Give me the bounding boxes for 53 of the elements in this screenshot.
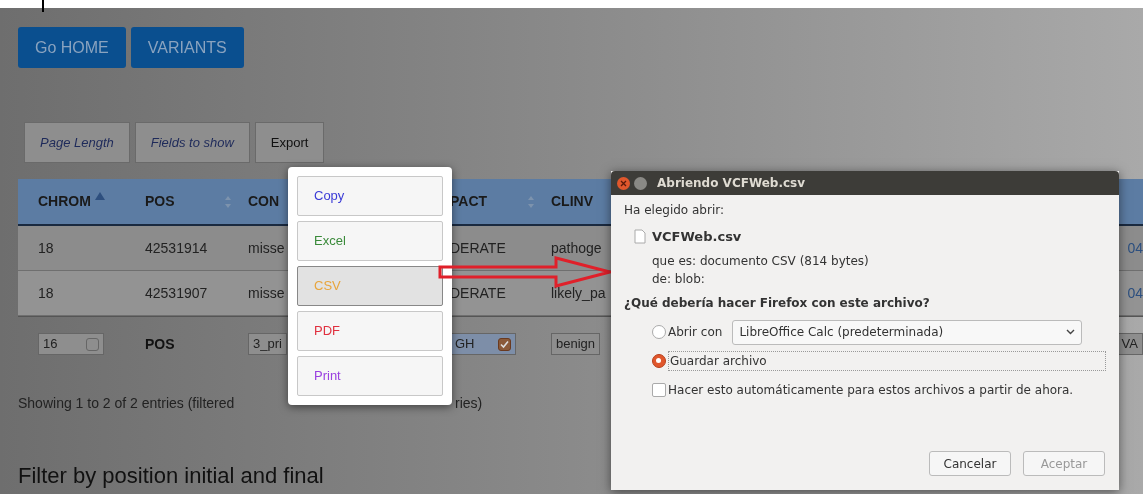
table-cell: misse	[248, 284, 285, 301]
menu-item[interactable]: Print	[297, 356, 443, 396]
minimize-button[interactable]	[634, 176, 647, 190]
dropdown-button[interactable]: Fields to show	[134, 122, 250, 163]
file-type: que es: documento CSV (814 bytes)	[652, 252, 870, 270]
option-label[interactable]: Guardar archivo	[667, 350, 1106, 371]
menu-item[interactable]: Excel	[297, 221, 443, 261]
checkbox[interactable]	[498, 337, 511, 351]
dialog-question: ¿Qué debería hacer Firefox con este archivo?	[624, 294, 931, 312]
checkbox[interactable]	[652, 382, 666, 397]
nav-button[interactable]: Go HOME	[18, 27, 126, 68]
file-name: VCFWeb.csv	[652, 228, 742, 246]
app-select[interactable]: LibreOffice Calc (predeterminada)	[732, 319, 1083, 345]
table-cell: 42531907	[145, 284, 208, 301]
filter-field[interactable]: benign	[551, 333, 601, 355]
column-header[interactable]: CLINV	[551, 191, 593, 212]
filter-field[interactable]: 3_pri	[248, 333, 287, 355]
table-cell-text: 04	[1127, 283, 1143, 303]
column-header[interactable]: CON	[248, 191, 280, 212]
table-cell: likely_pa	[551, 284, 606, 301]
export-button[interactable]: Export	[254, 122, 325, 163]
column-header[interactable]: CHROM	[38, 191, 91, 212]
window-title: Abriendo VCFWeb.csv	[657, 175, 806, 192]
table-cell-text: 04	[1127, 238, 1143, 258]
menu-item[interactable]: PDF	[297, 311, 443, 351]
entries-info: ries)	[455, 394, 483, 413]
table-cell: 18	[38, 239, 54, 256]
radio-button[interactable]	[652, 325, 666, 339]
column-header[interactable]: POS	[145, 191, 175, 212]
dialog-text: Ha elegido abrir:	[624, 202, 726, 219]
menu-item[interactable]: Copy	[297, 176, 443, 216]
filter-field[interactable]: GH	[450, 333, 516, 355]
nav-button[interactable]: VARIANTS	[130, 27, 244, 68]
filter-label: POS	[145, 335, 175, 352]
chevron-down-icon	[1066, 329, 1076, 335]
close-button[interactable]	[617, 176, 630, 190]
option-label[interactable]: Hacer esto automáticamente para estos archivos a partir de ahora.	[668, 380, 1074, 399]
option-label[interactable]: Abrir con	[668, 323, 723, 341]
entries-info: Showing 1 to 2 of 2 entries (filtered	[18, 395, 235, 411]
check-icon	[500, 339, 509, 349]
file-icon	[634, 229, 646, 245]
radio-button[interactable]	[652, 353, 666, 368]
table-cell: 42531914	[145, 239, 208, 256]
table-cell: pathoge	[551, 239, 602, 256]
file-source: de: blob:	[652, 270, 706, 288]
filter-field[interactable]: 16	[38, 333, 104, 355]
table-cell: 18	[38, 284, 54, 301]
dropdown-button[interactable]: Page Length	[24, 122, 130, 163]
checkbox[interactable]	[86, 337, 99, 351]
dialog-button[interactable]: Cancelar	[929, 451, 1011, 476]
table-cell: misse	[248, 239, 285, 256]
section-heading: Filter by position initial and final	[18, 463, 324, 488]
close-icon	[620, 179, 627, 187]
